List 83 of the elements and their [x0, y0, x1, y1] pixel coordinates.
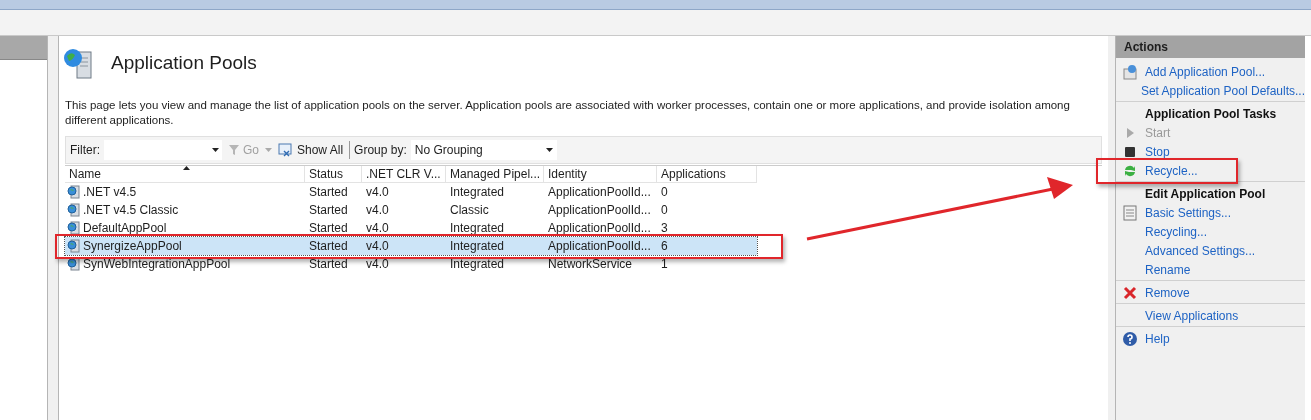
action-link[interactable]: Recycling...: [1145, 222, 1208, 241]
show-all-button[interactable]: Show All: [276, 141, 346, 159]
table-row[interactable]: .NET v4.5 Classic Started v4.0 Classic ApplicationPoolId... 0: [65, 201, 757, 219]
table-cell-text: Started: [308, 202, 349, 219]
section-heading: Edit Application Pool: [1145, 185, 1266, 203]
table-cell-text: v4.0: [365, 238, 390, 255]
table-cell-text: Started: [308, 184, 349, 201]
table-cell-text: Classic: [449, 202, 490, 219]
stop-icon: [1124, 145, 1136, 158]
table-cell: .NET v4.5: [65, 183, 305, 201]
action-link[interactable]: Advanced Settings...: [1145, 241, 1256, 260]
panel-splitter[interactable]: [48, 36, 58, 420]
page-title: Application Pools: [111, 50, 257, 75]
table-row[interactable]: SynWebIntegrationAppPool Started v4.0 Integrated NetworkService 1: [65, 255, 757, 273]
panel-splitter[interactable]: [1108, 36, 1115, 420]
table-cell-text: v4.0: [365, 256, 390, 273]
app-pool-icon: [67, 221, 81, 235]
table-cell-text: v4.0: [365, 184, 390, 201]
table-cell-text: Integrated: [449, 256, 506, 273]
help-icon: [1122, 330, 1138, 347]
table-cell: .NET v4.5 Classic: [65, 201, 305, 219]
app-pool-icon: [67, 203, 81, 217]
caret-icon: [545, 148, 553, 152]
funnel-icon: [228, 144, 240, 156]
caret-icon: [212, 148, 219, 152]
column-header[interactable]: .NET CLR V...: [362, 166, 446, 182]
connections-panel-header: [0, 36, 47, 60]
column-header[interactable]: Status: [305, 166, 362, 182]
table-cell-text: v4.0: [365, 220, 390, 237]
table-cell-text: ApplicationPoolId...: [547, 184, 652, 201]
table-cell: SynergizeAppPool: [65, 237, 305, 255]
group-by-dropdown[interactable]: No Grouping: [410, 140, 557, 160]
section-heading: Application Pool Tasks: [1145, 105, 1277, 123]
table-cell-text: ApplicationPoolId...: [547, 238, 652, 255]
table-cell-text: 0: [660, 184, 669, 201]
table-cell-text: 1: [660, 256, 669, 273]
action-link[interactable]: Recycle...: [1145, 161, 1198, 180]
column-header[interactable]: Name: [65, 166, 305, 182]
table-cell-text: Integrated: [449, 220, 506, 237]
action-link[interactable]: Set Application Pool Defaults...: [1140, 81, 1305, 100]
table-cell-text: Started: [308, 238, 349, 255]
action-link[interactable]: Add Application Pool...: [1145, 62, 1266, 81]
remove-icon: [1123, 285, 1137, 300]
table-cell-text: Integrated: [449, 238, 506, 255]
table-cell-text: 0: [660, 202, 669, 219]
table-cell-text: Started: [308, 256, 349, 273]
filter-label: Filter:: [70, 142, 100, 159]
table-cell-text: 3: [660, 220, 669, 237]
table-row[interactable]: .NET v4.5 Started v4.0 Integrated ApplicationPoolId... 0: [65, 183, 757, 201]
caret-icon: [265, 148, 272, 152]
column-header[interactable]: Identity: [544, 166, 657, 182]
caret-icon: [183, 166, 190, 170]
clear-filter-icon: [278, 143, 294, 157]
action-link[interactable]: Basic Settings...: [1145, 203, 1232, 222]
group-by-label: Group by:: [354, 142, 407, 159]
table-cell-text: NetworkService: [547, 256, 634, 273]
table-cell-text: ApplicationPoolId...: [547, 220, 652, 237]
app-pool-icon: [1122, 63, 1138, 80]
table-cell-text: ApplicationPoolId...: [547, 202, 652, 219]
table-cell-text: v4.0: [365, 202, 390, 219]
app-pool-icon: [67, 185, 81, 199]
play-icon: [1124, 126, 1136, 139]
table-row[interactable]: DefaultAppPool Started v4.0 Integrated ApplicationPoolId... 3: [65, 219, 757, 237]
action-link[interactable]: Remove: [1145, 283, 1190, 302]
table-cell-text: Integrated: [449, 184, 506, 201]
actions-header: Actions: [1116, 36, 1305, 58]
column-header[interactable]: Applications: [657, 166, 757, 182]
recycle-icon: [1123, 163, 1137, 178]
action-link[interactable]: View Applications: [1145, 306, 1239, 325]
column-header[interactable]: Managed Pipel...: [446, 166, 544, 182]
app-pool-icon: [67, 257, 81, 271]
table-cell: SynWebIntegrationAppPool: [65, 255, 305, 273]
table-cell-text: 6: [660, 238, 669, 255]
action-link[interactable]: Rename: [1145, 260, 1191, 279]
table-row[interactable]: SynergizeAppPool Started v4.0 Integrated ApplicationPoolId... 6: [65, 237, 757, 255]
app-pool-icon: [67, 239, 81, 253]
table-cell: DefaultAppPool: [65, 219, 305, 237]
filter-field[interactable]: [104, 140, 222, 160]
action-link[interactable]: Help: [1145, 329, 1170, 348]
table-cell-text: Started: [308, 220, 349, 237]
settings-icon: [1122, 204, 1138, 221]
page-description: This page lets you view and manage the list of application pools on the server. Application pools are associated with worker processes, contain one or more applications, and provide isolation among different applications.: [65, 98, 1071, 128]
action-link[interactable]: Stop: [1145, 142, 1170, 161]
